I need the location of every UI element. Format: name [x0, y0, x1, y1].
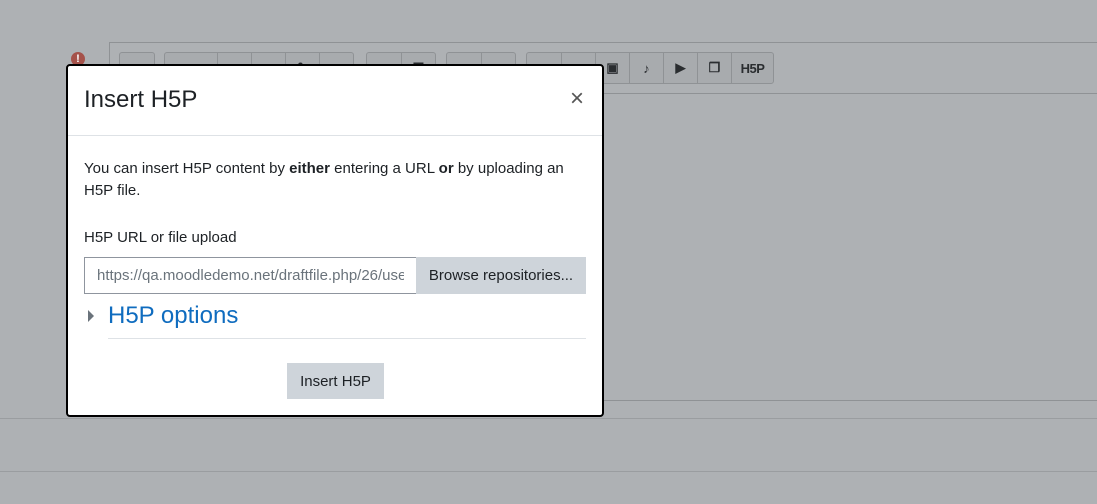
options-divider	[108, 338, 586, 339]
h5p-icon[interactable]: H5P	[731, 53, 773, 83]
dialog-header: Insert H5P ×	[68, 66, 602, 136]
intro-bold-or: or	[438, 160, 454, 177]
insert-h5p-dialog: Insert H5P × You can insert H5P content …	[66, 64, 604, 417]
h5p-url-input-group: Browse repositories...	[84, 257, 586, 294]
manage-files-icon[interactable]: ❐	[697, 53, 731, 83]
close-icon[interactable]: ×	[568, 86, 586, 112]
dialog-instructions: You can insert H5P content by either ent…	[84, 158, 584, 202]
h5p-options-toggle[interactable]: H5P options	[88, 302, 238, 330]
h5p-url-input[interactable]	[84, 257, 416, 294]
browse-repositories-button[interactable]: Browse repositories...	[416, 257, 586, 294]
intro-bold-either: either	[289, 160, 330, 177]
page-divider-bottom	[0, 471, 1097, 472]
video-camera-icon[interactable]: ▶	[663, 53, 697, 83]
insert-h5p-button[interactable]: Insert H5P	[287, 363, 384, 399]
page-divider-top	[0, 418, 1097, 419]
h5p-url-label: H5P URL or file upload	[84, 229, 237, 246]
caret-right-icon	[88, 310, 94, 322]
h5p-options-label: H5P options	[108, 302, 239, 329]
intro-text-2: entering a URL	[330, 160, 439, 177]
dialog-title: Insert H5P	[84, 86, 198, 113]
intro-text-1: You can insert H5P content by	[84, 160, 290, 177]
microphone-icon[interactable]: ♪	[629, 53, 663, 83]
